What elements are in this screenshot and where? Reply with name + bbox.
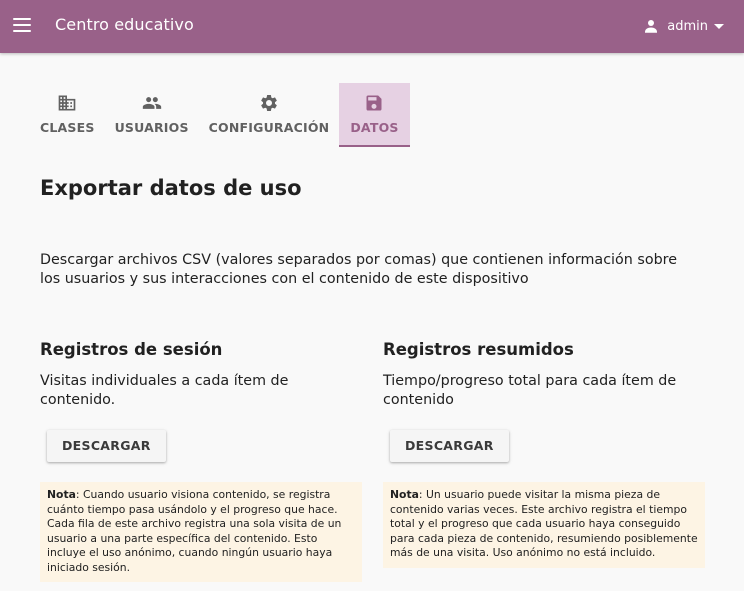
- summary-logs-subtitle: Tiempo/progreso total para cada ítem de …: [383, 373, 677, 408]
- tab-users[interactable]: USUARIOS: [105, 83, 199, 147]
- user-name: admin: [667, 18, 708, 34]
- summary-logs-heading: Registros resumidos: [383, 340, 574, 359]
- app-bar: Centro educativo admin: [0, 0, 744, 53]
- chevron-down-icon: [714, 23, 724, 29]
- tab-classes[interactable]: CLASES: [30, 83, 105, 147]
- classroom-icon: [58, 95, 76, 111]
- tab-label: DATOS: [350, 120, 399, 135]
- menu-icon[interactable]: [13, 18, 31, 32]
- session-logs-heading: Registros de sesión: [40, 340, 223, 359]
- tab-data[interactable]: DATOS: [339, 83, 410, 147]
- session-logs-note: Nota: Cuando usuario visiona contenido, …: [40, 482, 362, 582]
- person-icon: [645, 20, 658, 33]
- summary-logs-note: Nota: Un usuario puede visitar la misma …: [383, 482, 705, 568]
- tab-label: CLASES: [40, 120, 95, 135]
- tab-label: CONFIGURACIÓN: [208, 120, 330, 135]
- note-text: : Cuando usuario visiona contenido, se r…: [47, 488, 342, 574]
- people-icon: [142, 97, 161, 109]
- session-logs-subtitle: Visitas individuales a cada ítem de cont…: [40, 373, 289, 408]
- note-text: : Un usuario puede visitar la misma piez…: [390, 488, 698, 559]
- note-label: Nota: [390, 488, 419, 501]
- app-title: Centro educativo: [55, 15, 194, 34]
- gear-icon: [261, 94, 277, 111]
- user-menu-button[interactable]: admin: [642, 16, 724, 36]
- page-title: Exportar datos de uso: [40, 176, 302, 200]
- session-logs-section: Registros de sesión Visitas individuales…: [40, 338, 362, 582]
- summary-logs-section: Registros resumidos Tiempo/progreso tota…: [383, 338, 705, 568]
- tab-label: USUARIOS: [114, 120, 189, 135]
- note-label: Nota: [47, 488, 76, 501]
- download-summary-logs-button[interactable]: DESCARGAR: [390, 430, 509, 462]
- download-session-logs-button[interactable]: DESCARGAR: [47, 430, 166, 462]
- save-icon: [366, 95, 382, 111]
- tab-settings[interactable]: CONFIGURACIÓN: [199, 83, 340, 147]
- page-description: Descargar archivos CSV (valores separado…: [40, 252, 678, 287]
- tab-bar: CLASES USUARIOS CONFIGURACIÓN DATOS: [30, 83, 410, 147]
